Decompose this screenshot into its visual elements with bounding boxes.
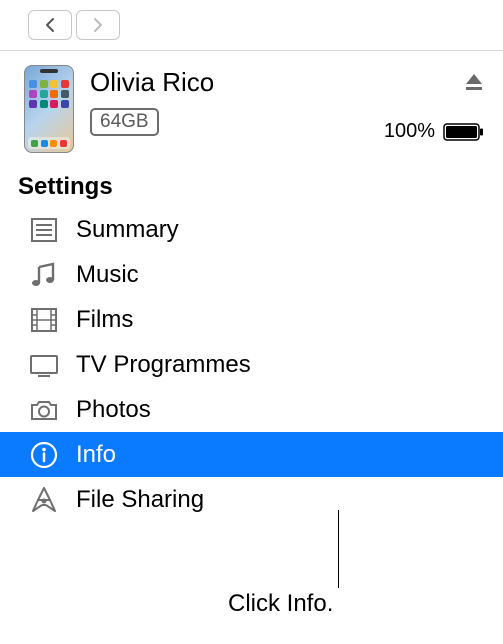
- eject-button[interactable]: [463, 71, 485, 98]
- battery-status: 100%: [384, 120, 485, 143]
- toolbar: [0, 0, 503, 51]
- chevron-right-icon: [91, 17, 105, 33]
- sidebar-item-summary[interactable]: Summary: [0, 207, 503, 252]
- chevron-left-icon: [43, 17, 57, 33]
- sidebar-item-label: Summary: [76, 216, 179, 244]
- sidebar-item-label: File Sharing: [76, 486, 204, 514]
- music-icon: [28, 259, 60, 291]
- device-thumbnail: [24, 65, 74, 153]
- storage-badge: 64GB: [90, 108, 159, 136]
- sidebar-item-label: Photos: [76, 396, 151, 424]
- photos-icon: [28, 394, 60, 426]
- eject-icon: [463, 71, 485, 93]
- sidebar-item-photos[interactable]: Photos: [0, 387, 503, 432]
- settings-list: Summary Music Films TV Programmes Photos: [0, 207, 503, 522]
- info-icon: [28, 439, 60, 471]
- sidebar-item-label: Music: [76, 261, 139, 289]
- callout-line: [338, 510, 339, 588]
- sidebar-item-tv-programmes[interactable]: TV Programmes: [0, 342, 503, 387]
- tv-icon: [28, 349, 60, 381]
- sidebar-item-music[interactable]: Music: [0, 252, 503, 297]
- summary-icon: [28, 214, 60, 246]
- section-header: Settings: [0, 173, 503, 207]
- sidebar-item-label: Films: [76, 306, 133, 334]
- callout-text: Click Info.: [228, 590, 333, 618]
- device-info: Olivia Rico 64GB: [90, 65, 368, 136]
- device-header: Olivia Rico 64GB 100%: [0, 51, 503, 163]
- battery-icon: [443, 122, 485, 142]
- sidebar-item-label: TV Programmes: [76, 351, 251, 379]
- device-status-column: 100%: [384, 65, 485, 143]
- sidebar-item-info[interactable]: Info: [0, 432, 503, 477]
- back-button[interactable]: [28, 10, 72, 40]
- settings-section: Settings Summary Music Films TV Programm…: [0, 163, 503, 522]
- sidebar-item-films[interactable]: Films: [0, 297, 503, 342]
- films-icon: [28, 304, 60, 336]
- sidebar-item-label: Info: [76, 441, 116, 469]
- battery-percentage: 100%: [384, 120, 435, 143]
- device-name: Olivia Rico: [90, 67, 368, 98]
- sidebar-item-file-sharing[interactable]: File Sharing: [0, 477, 503, 522]
- forward-button[interactable]: [76, 10, 120, 40]
- file-sharing-icon: [28, 484, 60, 516]
